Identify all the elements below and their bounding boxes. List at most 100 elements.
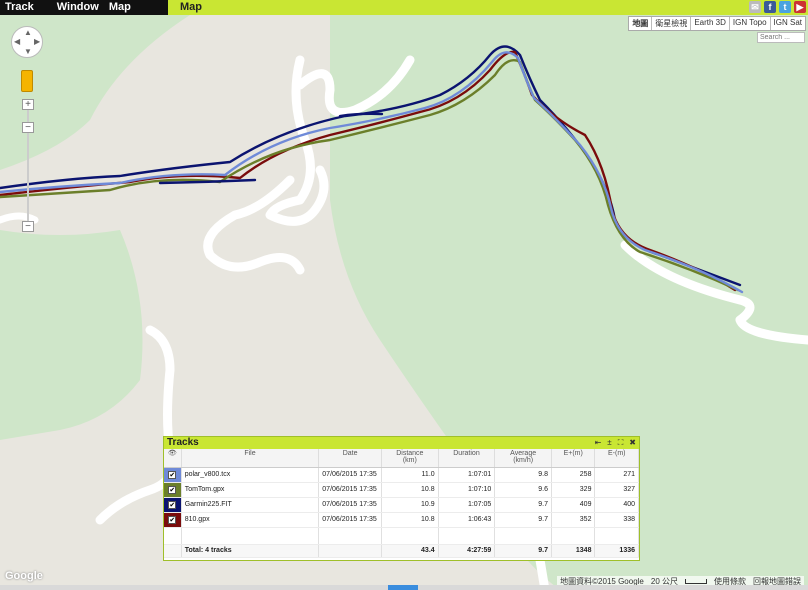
- pan-left-icon[interactable]: ◀: [14, 38, 20, 46]
- cell-date: 07/06/2015 17:35: [318, 467, 382, 483]
- scale-bar: [685, 579, 707, 584]
- table-row[interactable]: ✔ 810.gpx 07/06/2015 17:35 10.8 1:06:43 …: [164, 512, 639, 528]
- cell-eminus: 271: [594, 467, 639, 483]
- cell-average: 9.7: [494, 512, 552, 528]
- tracks-panel-header[interactable]: Tracks ⇤ ± ⛶ ✖: [164, 437, 639, 449]
- tracks-panel-controls: ⇤ ± ⛶ ✖: [595, 437, 636, 449]
- empty-row: [164, 527, 639, 545]
- menu-window[interactable]: Window: [39, 0, 104, 15]
- empty-cell: [551, 527, 596, 545]
- pan-up-icon[interactable]: ▲: [24, 29, 32, 37]
- pan-control[interactable]: ▲ ▼ ◀ ▶: [11, 26, 43, 58]
- total-eplus: 1348: [551, 543, 596, 558]
- cell-distance: 11.0: [381, 467, 439, 483]
- facebook-icon[interactable]: f: [764, 1, 776, 13]
- empty-cell: [318, 527, 382, 545]
- cell-duration: 1:06:43: [438, 512, 496, 528]
- tab-map[interactable]: Map: [180, 0, 202, 15]
- cell-distance: 10.8: [381, 512, 439, 528]
- total-label: Total: 4 tracks: [181, 543, 320, 558]
- tracks-panel: Tracks ⇤ ± ⛶ ✖ 👁 File Date Distance (km)…: [163, 436, 640, 561]
- total-distance: 43.4: [381, 543, 439, 558]
- cell-distance: 10.9: [381, 497, 439, 513]
- map-type-earth3d[interactable]: Earth 3D: [690, 17, 729, 30]
- col-duration[interactable]: Duration: [438, 449, 496, 468]
- table-header-row: 👁 File Date Distance (km) Duration Avera…: [164, 449, 639, 468]
- scrollbar-thumb[interactable]: [388, 585, 418, 590]
- table-row[interactable]: ✔ TomTom.gpx 07/06/2015 17:35 10.8 1:07:…: [164, 482, 639, 498]
- cell-eminus: 400: [594, 497, 639, 513]
- cell-file: TomTom.gpx: [181, 482, 320, 498]
- empty-cell: [164, 527, 182, 545]
- totals-row: Total: 4 tracks 43.4 4:27:59 9.7 1348 13…: [164, 543, 639, 558]
- map-type-switcher: 地圖 衛星檢視 Earth 3D IGN Topo IGN Sat: [628, 16, 806, 31]
- pan-down-icon[interactable]: ▼: [24, 48, 32, 56]
- track-checkbox[interactable]: ✔: [168, 485, 177, 494]
- table-row[interactable]: ✔ polar_v800.tcx 07/06/2015 17:35 11.0 1…: [164, 467, 639, 483]
- youtube-icon[interactable]: ▶: [794, 1, 806, 13]
- table-row[interactable]: ✔ Garmin225.FIT 07/06/2015 17:35 10.9 1:…: [164, 497, 639, 513]
- col-average[interactable]: Average (km/h): [494, 449, 552, 468]
- cell-eplus: 329: [551, 482, 596, 498]
- menu-bar: Track Window Map Map ✉ f t ▶: [0, 0, 808, 15]
- col-eplus[interactable]: E+(m): [551, 449, 596, 468]
- col-eminus[interactable]: E-(m): [594, 449, 639, 468]
- tracks-panel-title: Tracks: [167, 437, 199, 448]
- map-type-ign-topo[interactable]: IGN Topo: [728, 17, 770, 30]
- zoom-slider-handle[interactable]: −: [22, 122, 34, 133]
- menu-map[interactable]: Map: [104, 0, 136, 15]
- total-blank: [164, 543, 182, 558]
- track-checkbox[interactable]: ✔: [168, 515, 177, 524]
- cell-eplus: 409: [551, 497, 596, 513]
- map-type-ign-sat[interactable]: IGN Sat: [769, 17, 805, 30]
- road: [0, 212, 39, 224]
- map-search-input[interactable]: [757, 32, 805, 43]
- menu-group: Track Window Map: [0, 0, 168, 15]
- empty-cell: [381, 527, 439, 545]
- empty-cell: [181, 527, 320, 545]
- cell-file: Garmin225.FIT: [181, 497, 320, 513]
- col-file[interactable]: File: [181, 449, 320, 468]
- zoom-out-button[interactable]: −: [22, 221, 34, 232]
- tracks-table: 👁 File Date Distance (km) Duration Avera…: [164, 449, 639, 558]
- cell-eplus: 258: [551, 467, 596, 483]
- total-average: 9.7: [494, 543, 552, 558]
- pegman-icon[interactable]: [21, 70, 33, 92]
- visibility-header[interactable]: 👁: [164, 449, 182, 468]
- track-color-swatch[interactable]: ✔: [164, 497, 182, 513]
- cell-file: polar_v800.tcx: [181, 467, 320, 483]
- track-color-swatch[interactable]: ✔: [164, 467, 182, 483]
- cell-distance: 10.8: [381, 482, 439, 498]
- track-checkbox[interactable]: ✔: [168, 470, 177, 479]
- empty-cell: [594, 527, 639, 545]
- empty-cell: [438, 527, 496, 545]
- cell-average: 9.6: [494, 482, 552, 498]
- total-duration: 4:27:59: [438, 543, 496, 558]
- cell-eplus: 352: [551, 512, 596, 528]
- cell-date: 07/06/2015 17:35: [318, 512, 382, 528]
- close-icon[interactable]: ✖: [629, 437, 636, 449]
- pan-right-icon[interactable]: ▶: [34, 38, 40, 46]
- map-type-map[interactable]: 地圖: [629, 17, 652, 30]
- collapse-icon[interactable]: ⇤: [595, 437, 602, 449]
- cell-date: 07/06/2015 17:35: [318, 482, 382, 498]
- track-checkbox[interactable]: ✔: [168, 500, 177, 509]
- cell-average: 9.7: [494, 497, 552, 513]
- zoom-in-button[interactable]: +: [22, 99, 34, 110]
- resize-icon[interactable]: ±: [607, 437, 611, 449]
- empty-cell: [494, 527, 552, 545]
- cell-duration: 1:07:10: [438, 482, 496, 498]
- twitter-icon[interactable]: t: [779, 1, 791, 13]
- menu-track[interactable]: Track: [0, 0, 39, 15]
- track-color-swatch[interactable]: ✔: [164, 482, 182, 498]
- col-date[interactable]: Date: [318, 449, 382, 468]
- mail-icon[interactable]: ✉: [749, 1, 761, 13]
- track-color-swatch[interactable]: ✔: [164, 512, 182, 528]
- top-icons: ✉ f t ▶: [749, 1, 806, 13]
- eye-icon[interactable]: 👁: [168, 450, 177, 457]
- maximize-icon[interactable]: ⛶: [618, 437, 624, 449]
- cell-eminus: 327: [594, 482, 639, 498]
- map-type-satellite[interactable]: 衛星檢視: [651, 17, 691, 30]
- col-distance[interactable]: Distance (km): [381, 449, 439, 468]
- google-logo: Google: [5, 570, 43, 582]
